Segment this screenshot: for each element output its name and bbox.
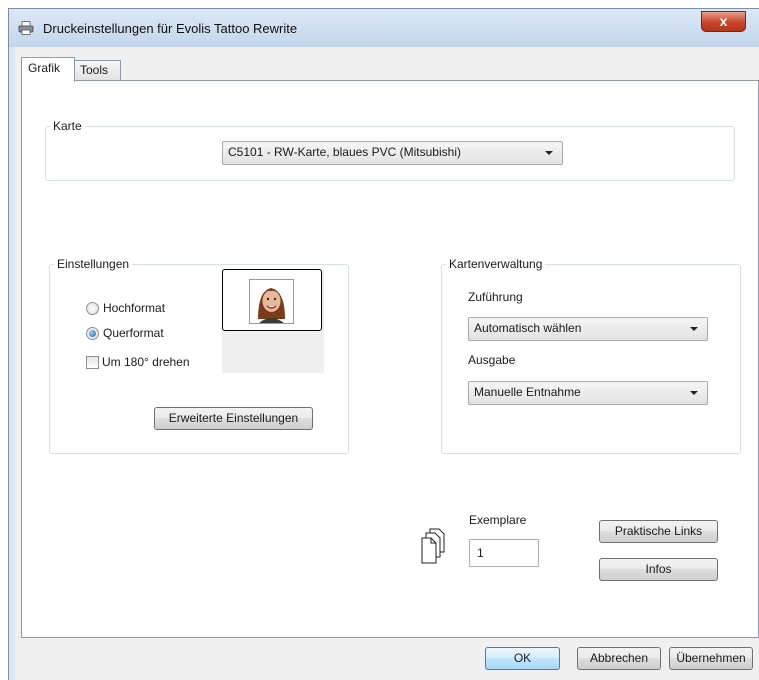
window-title: Druckeinstellungen für Evolis Tattoo Rew… xyxy=(43,21,298,36)
rotate-checkbox[interactable] xyxy=(86,356,99,369)
card-preview xyxy=(222,269,322,331)
tab-tools[interactable]: Tools xyxy=(73,60,121,80)
copies-icon xyxy=(421,528,445,564)
rotate-checkbox-label[interactable]: Um 180° drehen xyxy=(102,355,190,369)
output-value: Manuelle Entnahme xyxy=(474,385,581,399)
output-label: Ausgabe xyxy=(468,353,516,367)
tab-panel-grafik: Karte C5101 - RW-Karte, blaues PVC (Mits… xyxy=(21,80,759,638)
kartenverwaltung-group: Kartenverwaltung Zuführung Automatisch w… xyxy=(441,257,741,454)
copies-input[interactable]: 1 xyxy=(469,539,539,567)
cancel-button[interactable]: Abbrechen xyxy=(577,647,661,670)
useful-links-label: Praktische Links xyxy=(614,524,703,538)
feed-label: Zuführung xyxy=(468,290,523,304)
kartenverwaltung-group-label: Kartenverwaltung xyxy=(446,257,546,271)
apply-button[interactable]: Übernehmen xyxy=(669,647,753,670)
portrait-image xyxy=(249,279,294,324)
tab-tools-label: Tools xyxy=(80,63,109,77)
einstellungen-group: Einstellungen Hochformat Querformat Um 1… xyxy=(49,257,349,454)
karte-group-label: Karte xyxy=(50,119,85,133)
useful-links-button[interactable]: Praktische Links xyxy=(599,520,718,543)
einstellungen-group-label: Einstellungen xyxy=(54,257,133,271)
radio-hochformat[interactable] xyxy=(86,302,99,315)
ok-button[interactable]: OK xyxy=(485,647,560,670)
radio-hochformat-label[interactable]: Hochformat xyxy=(103,301,165,315)
preview-area xyxy=(222,269,324,373)
copies-value: 1 xyxy=(477,546,484,560)
advanced-settings-label: Erweiterte Einstellungen xyxy=(168,411,299,425)
title-bar[interactable]: Druckeinstellungen für Evolis Tattoo Rew… xyxy=(9,9,759,47)
card-type-select[interactable]: C5101 - RW-Karte, blaues PVC (Mitsubishi… xyxy=(222,141,563,165)
copies-label: Exemplare xyxy=(469,513,527,527)
karte-group: Karte C5101 - RW-Karte, blaues PVC (Mits… xyxy=(45,119,735,181)
tab-grafik[interactable]: Grafik xyxy=(21,57,75,82)
output-select[interactable]: Manuelle Entnahme xyxy=(468,381,708,405)
info-button[interactable]: Infos xyxy=(599,558,718,581)
printer-icon xyxy=(18,21,34,35)
chevron-down-icon xyxy=(545,151,553,155)
close-icon: x xyxy=(719,13,728,29)
tab-grafik-label: Grafik xyxy=(28,61,61,75)
apply-label: Übernehmen xyxy=(676,651,746,665)
dialog-window: Druckeinstellungen für Evolis Tattoo Rew… xyxy=(8,8,759,680)
cancel-label: Abbrechen xyxy=(589,651,649,665)
info-label: Infos xyxy=(645,562,672,576)
chevron-down-icon xyxy=(690,391,698,395)
radio-querformat-label[interactable]: Querformat xyxy=(103,326,164,340)
chevron-down-icon xyxy=(690,327,698,331)
card-type-value: C5101 - RW-Karte, blaues PVC (Mitsubishi… xyxy=(228,145,461,159)
feed-value: Automatisch wählen xyxy=(474,321,582,335)
advanced-settings-button[interactable]: Erweiterte Einstellungen xyxy=(154,407,313,430)
ok-label: OK xyxy=(513,651,532,665)
radio-querformat[interactable] xyxy=(86,327,99,340)
dialog-client: Grafik Tools Karte C5101 - RW-Karte, bla… xyxy=(15,47,759,680)
feed-select[interactable]: Automatisch wählen xyxy=(468,317,708,341)
close-button[interactable]: x xyxy=(701,11,746,32)
